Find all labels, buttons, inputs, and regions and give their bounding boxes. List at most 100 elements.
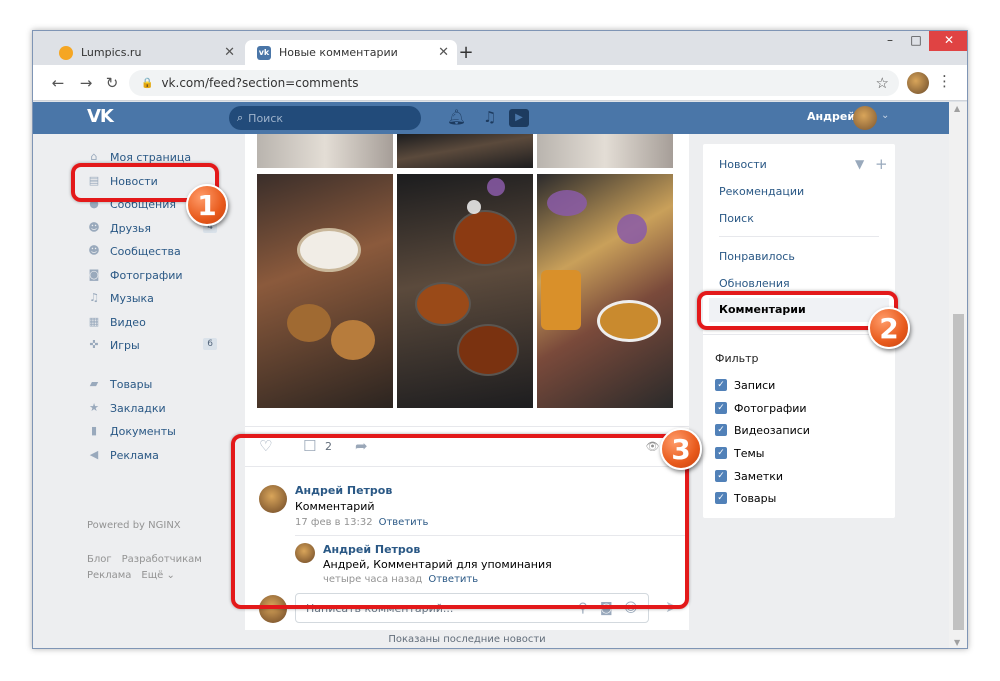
sidebar-item-ads[interactable]: ◀ Реклама: [87, 445, 217, 465]
sidebar-item-photos[interactable]: ◙ Фотографии: [87, 265, 217, 285]
post-photo[interactable]: [397, 134, 533, 168]
divider: [703, 334, 895, 335]
window-close-button[interactable]: ✕: [929, 31, 967, 51]
back-button[interactable]: ←: [47, 72, 69, 94]
filter-title: Фильтр: [715, 352, 759, 365]
bag-icon: ▰: [89, 377, 99, 390]
rmenu-item-recommendations[interactable]: Рекомендации: [719, 185, 804, 198]
sidebar-item-label: Реклама: [110, 448, 159, 462]
vk-search-input[interactable]: ⌕ Поиск: [229, 106, 421, 130]
scroll-down-icon[interactable]: ▼: [954, 638, 960, 647]
filter-checkbox-videos[interactable]: ✓ Видеозаписи: [715, 423, 810, 437]
rmenu-item-news[interactable]: Новости: [719, 158, 767, 171]
footer-link-ads[interactable]: Реклама: [87, 570, 131, 581]
vk-logo[interactable]: VK: [87, 106, 114, 127]
bell-icon[interactable]: 🔔︎: [447, 108, 466, 126]
page-scrollbar[interactable]: ▲ ▼: [949, 102, 967, 648]
footer-link-more[interactable]: Ещё ⌄: [141, 570, 174, 581]
filter-checkbox-posts[interactable]: ✓ Записи: [715, 378, 775, 392]
checkmark-icon: ✓: [715, 492, 727, 504]
sidebar-item-games[interactable]: ✜ Игры 6: [87, 335, 217, 355]
home-icon: ⌂: [90, 150, 98, 163]
add-icon[interactable]: +: [875, 155, 888, 173]
vk-user-name[interactable]: Андрей: [807, 110, 855, 123]
checkbox-label: Видеозаписи: [734, 423, 810, 437]
vk-user-avatar[interactable]: [853, 106, 877, 130]
new-tab-button[interactable]: +: [457, 42, 475, 63]
browser-profile-avatar[interactable]: [907, 72, 929, 94]
rmenu-item-search[interactable]: Поиск: [719, 212, 754, 225]
lumpics-favicon-icon: [59, 45, 73, 60]
sidebar-item-bookmarks[interactable]: ★ Закладки: [87, 398, 217, 418]
browser-toolbar: ← → ↻ 🔒 vk.com/feed?section=comments ☆ ⋮: [33, 65, 967, 101]
footer-links-row2: Реклама Ещё ⌄: [87, 570, 185, 581]
sidebar-item-label: Документы: [110, 424, 176, 438]
vk-favicon-icon: vk: [257, 45, 271, 60]
reload-button[interactable]: ↻: [101, 72, 123, 94]
scroll-thumb[interactable]: [953, 314, 964, 630]
search-icon: ⌕: [237, 111, 244, 124]
sidebar-item-goods[interactable]: ▰ Товары: [87, 374, 217, 394]
sidebar-item-label: Видео: [110, 315, 146, 329]
sidebar-item-label: Товары: [110, 377, 153, 391]
close-tab-icon[interactable]: ✕: [438, 45, 449, 60]
maximize-button[interactable]: □: [903, 31, 929, 51]
filter-checkbox-topics[interactable]: ✓ Темы: [715, 446, 764, 460]
tab-title: Lumpics.ru: [81, 46, 142, 59]
filter-checkbox-notes[interactable]: ✓ Заметки: [715, 469, 783, 483]
close-tab-icon[interactable]: ✕: [224, 45, 235, 60]
address-bar[interactable]: 🔒 vk.com/feed?section=comments ☆: [129, 70, 899, 96]
sidebar-item-communities[interactable]: ☻ Сообщества: [87, 241, 217, 261]
bookmark-star-icon[interactable]: ☆: [876, 74, 889, 92]
sidebar-item-label: Друзья: [110, 221, 152, 235]
footer-link-blog[interactable]: Блог: [87, 554, 112, 565]
play-video-icon[interactable]: ▶: [509, 109, 529, 127]
search-placeholder: Поиск: [248, 111, 284, 125]
sidebar-item-label: Закладки: [110, 401, 166, 415]
checkmark-icon: ✓: [715, 379, 727, 391]
rmenu-item-updates[interactable]: Обновления: [719, 277, 790, 290]
games-count-badge: 6: [203, 338, 217, 350]
highlight-box-comment-area: [231, 434, 689, 609]
checkmark-icon: ✓: [715, 447, 727, 459]
gamepad-icon: ✜: [89, 338, 99, 351]
post-photo[interactable]: [257, 174, 393, 408]
post-card: ♡ ☐ 2 ➦ 👁︎ 18: [245, 134, 689, 466]
footer-link-developers[interactable]: Разработчикам: [122, 554, 202, 565]
filter-checkbox-goods[interactable]: ✓ Товары: [715, 491, 776, 505]
filter-icon[interactable]: ▼: [855, 157, 864, 171]
chevron-down-icon[interactable]: ⌄: [881, 110, 889, 121]
browser-menu-icon[interactable]: ⋮: [937, 72, 952, 90]
star-icon: ★: [89, 401, 99, 414]
rmenu-item-liked[interactable]: Понравилось: [719, 250, 795, 263]
scroll-up-icon[interactable]: ▲: [954, 104, 960, 113]
tab-new-comments[interactable]: vk Новые комментарии ✕: [245, 40, 457, 65]
filter-checkbox-photos[interactable]: ✓ Фотографии: [715, 401, 807, 415]
powered-by-text: Powered by NGINX: [87, 520, 181, 531]
forward-button[interactable]: →: [75, 72, 97, 94]
post-photo[interactable]: [397, 174, 533, 408]
post-photo[interactable]: [537, 134, 673, 168]
post-photo[interactable]: [257, 134, 393, 168]
checkmark-icon: ✓: [715, 402, 727, 414]
sidebar-item-label: Музыка: [110, 291, 154, 305]
sidebar-item-label: Фотографии: [110, 268, 183, 282]
checkmark-icon: ✓: [715, 424, 727, 436]
divider: [719, 236, 879, 237]
checkmark-icon: ✓: [715, 470, 727, 482]
checkbox-label: Записи: [734, 378, 776, 392]
right-menu: Новости ▼ + Рекомендации Поиск Понравило…: [703, 144, 895, 518]
music-note-icon[interactable]: ♫: [483, 108, 496, 126]
tab-title: Новые комментарии: [279, 46, 398, 59]
vk-header: VK ⌕ Поиск 🔔︎ ♫ ▶ Андрей ⌄: [33, 102, 949, 134]
sidebar-item-music[interactable]: ♫ Музыка: [87, 288, 217, 308]
sidebar-item-documents[interactable]: ▮ Документы: [87, 421, 217, 441]
video-icon: ▦: [88, 315, 100, 328]
sidebar-item-video[interactable]: ▦ Видео: [87, 312, 217, 332]
camera-icon: ◙: [88, 268, 100, 281]
minimize-button[interactable]: –: [877, 31, 903, 51]
megaphone-icon: ◀: [89, 448, 99, 461]
step-badge-2: 2: [868, 307, 910, 349]
post-photo[interactable]: [537, 174, 673, 408]
tab-lumpics[interactable]: Lumpics.ru ✕: [47, 40, 243, 65]
